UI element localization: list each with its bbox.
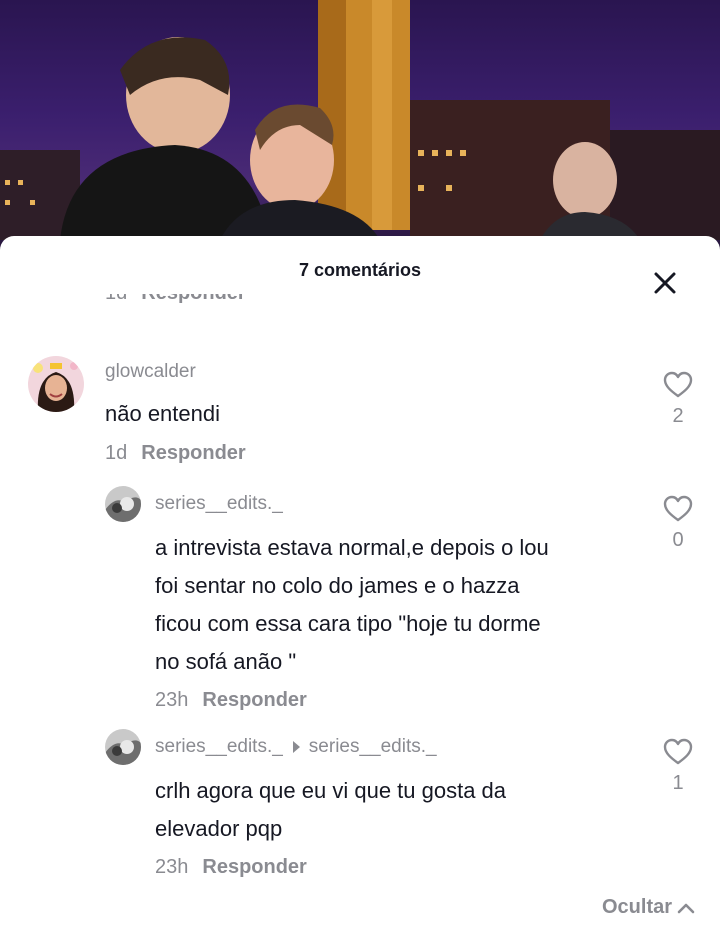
reply-text-line: foi sentar no colo do james e o hazza [155, 573, 520, 598]
close-icon [654, 272, 676, 294]
close-button[interactable] [648, 266, 682, 300]
like-button[interactable]: 0 [658, 495, 698, 552]
reply-text-line: crlh agora que eu vi que tu gosta da [155, 778, 507, 803]
reply-username[interactable]: series__edits._ [155, 493, 283, 515]
heart-icon [663, 371, 693, 398]
comment-username[interactable]: glowcalder [105, 361, 196, 383]
reply-link[interactable]: Responder [141, 442, 245, 464]
comment-time: 1d [105, 294, 127, 304]
reply-time: 23h [155, 856, 189, 878]
reply-text-line: no sofá anão " [155, 649, 297, 674]
reply-username-line: series__edits._ series__edits._ [155, 736, 437, 758]
heart-icon [663, 495, 693, 522]
like-count: 2 [672, 405, 684, 427]
video-frame [0, 0, 720, 240]
chevron-up-icon [677, 903, 695, 914]
like-button[interactable]: 2 [658, 371, 698, 428]
reply-link[interactable]: Responder [141, 294, 245, 304]
reply-link[interactable]: Responder [202, 856, 306, 878]
avatar[interactable] [105, 486, 141, 522]
like-count: 0 [672, 529, 684, 551]
reply-text: a intrevista estava normal,e depois o lo… [155, 529, 549, 681]
reply-meta: 23h Responder [155, 856, 307, 879]
avatar[interactable] [105, 729, 141, 765]
reply-time: 23h [155, 689, 189, 711]
like-count: 1 [672, 772, 684, 794]
like-button[interactable]: 1 [658, 738, 698, 795]
reply-meta: 23h Responder [155, 689, 307, 712]
reply-text: crlh agora que eu vi que tu gosta da ele… [155, 772, 506, 848]
previous-comment-meta: 1d Responder [105, 294, 246, 314]
reply-text-line: ficou com essa cara tipo "hoje tu dorme [155, 611, 541, 636]
comment-time: 1d [105, 442, 128, 464]
heart-icon [663, 738, 693, 765]
reply-arrow-icon [292, 740, 300, 753]
comments-count-title: 7 comentários [298, 260, 422, 280]
comment-text: não entendi [105, 401, 220, 426]
comments-sheet: 7 comentários 1d Responder glowcalder não… [0, 236, 720, 929]
reply-link[interactable]: Responder [202, 689, 306, 711]
comment-meta: 1d Responder [105, 442, 246, 465]
replied-to-username[interactable]: series__edits._ [309, 736, 437, 757]
video-player[interactable] [0, 0, 720, 260]
avatar[interactable] [28, 356, 84, 412]
reply-text-line: elevador pqp [155, 816, 283, 841]
reply-text-line: a intrevista estava normal,e depois o lo… [155, 535, 549, 560]
hide-replies-button[interactable]: Ocultar [602, 896, 696, 919]
reply-username[interactable]: series__edits._ [155, 736, 283, 757]
hide-replies-label: Ocultar [602, 896, 673, 918]
